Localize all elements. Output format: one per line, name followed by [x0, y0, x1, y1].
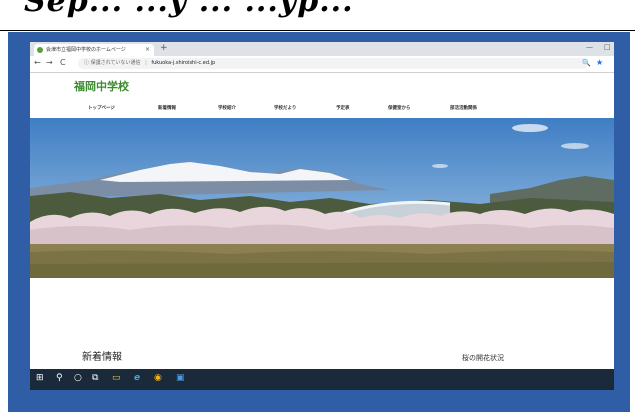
file-explorer-icon[interactable]: ▭	[112, 373, 121, 383]
bookmark-star-icon[interactable]: ★	[596, 58, 603, 67]
favicon-icon	[37, 47, 43, 53]
start-icon[interactable]: ⊞	[36, 373, 44, 383]
site-title[interactable]: 福岡中学校	[74, 78, 129, 94]
url-text: fukuoka-j.shiroishi-c.ed.jp	[151, 60, 216, 66]
reload-icon[interactable]: C	[60, 58, 66, 67]
news-heading: 新着情報	[82, 352, 122, 363]
browser-tab[interactable]: 会津市立福岡中学校のホームページ ×	[34, 44, 154, 56]
nav-item-newsletter[interactable]: 学校だより	[274, 105, 296, 111]
banner-divider	[0, 30, 635, 31]
minimize-button[interactable]: —	[586, 43, 593, 51]
windows-taskbar: ⊞ ⚲ ○ ⧉ ▭ e ◉ ▣	[30, 369, 614, 390]
nav-item-health[interactable]: 保健室から	[388, 105, 411, 111]
security-label: 保護されていない通信	[90, 60, 141, 66]
nav-item-news[interactable]: 新着情報	[158, 105, 176, 111]
close-tab-icon[interactable]: ×	[145, 44, 150, 56]
nav-item-top[interactable]: トップページ	[88, 105, 115, 111]
nav-item-schedule[interactable]: 予定表	[336, 105, 350, 111]
sakura-heading: 桜の開花状況	[462, 354, 504, 362]
hero-image	[30, 118, 614, 278]
app-icon[interactable]: ▣	[176, 373, 185, 383]
tab-title: 会津市立福岡中学校のホームページ	[46, 47, 126, 53]
screenshot-area: 会津市立福岡中学校のホームページ × + — □ ← → C ⓘ 保護されていな…	[30, 42, 614, 390]
cortana-icon[interactable]: ○	[74, 373, 82, 383]
forward-icon[interactable]: →	[46, 58, 53, 67]
banner-text: Sep... ...y ... ...yp...	[24, 0, 354, 19]
url-separator: |	[145, 60, 147, 66]
new-tab-button[interactable]: +	[160, 43, 168, 53]
site-nav: トップページ 新着情報 学校紹介 学校だより 予定表 保健室から 部活活動関係	[30, 100, 614, 118]
address-bar: ← → C ⓘ 保護されていない通信 | fukuoka-j.shiroishi…	[30, 56, 614, 73]
nav-item-about[interactable]: 学校紹介	[218, 105, 236, 111]
search-icon[interactable]: 🔍	[582, 59, 591, 67]
taskview-icon[interactable]: ⧉	[92, 373, 98, 383]
info-icon[interactable]: ⓘ	[84, 60, 89, 66]
back-icon[interactable]: ←	[34, 58, 41, 67]
window-button[interactable]: □	[604, 43, 611, 51]
search-taskbar-icon[interactable]: ⚲	[56, 373, 63, 383]
url-field[interactable]: ⓘ 保護されていない通信 | fukuoka-j.shiroishi-c.ed.…	[78, 58, 588, 69]
browser-tabbar: 会津市立福岡中学校のホームページ × + — □	[30, 42, 614, 56]
top-banner: Sep... ...y ... ...yp...	[0, 0, 635, 32]
chrome-icon[interactable]: ◉	[154, 373, 162, 383]
nav-item-clubs[interactable]: 部活活動関係	[450, 105, 477, 111]
edge-icon[interactable]: e	[134, 373, 140, 383]
